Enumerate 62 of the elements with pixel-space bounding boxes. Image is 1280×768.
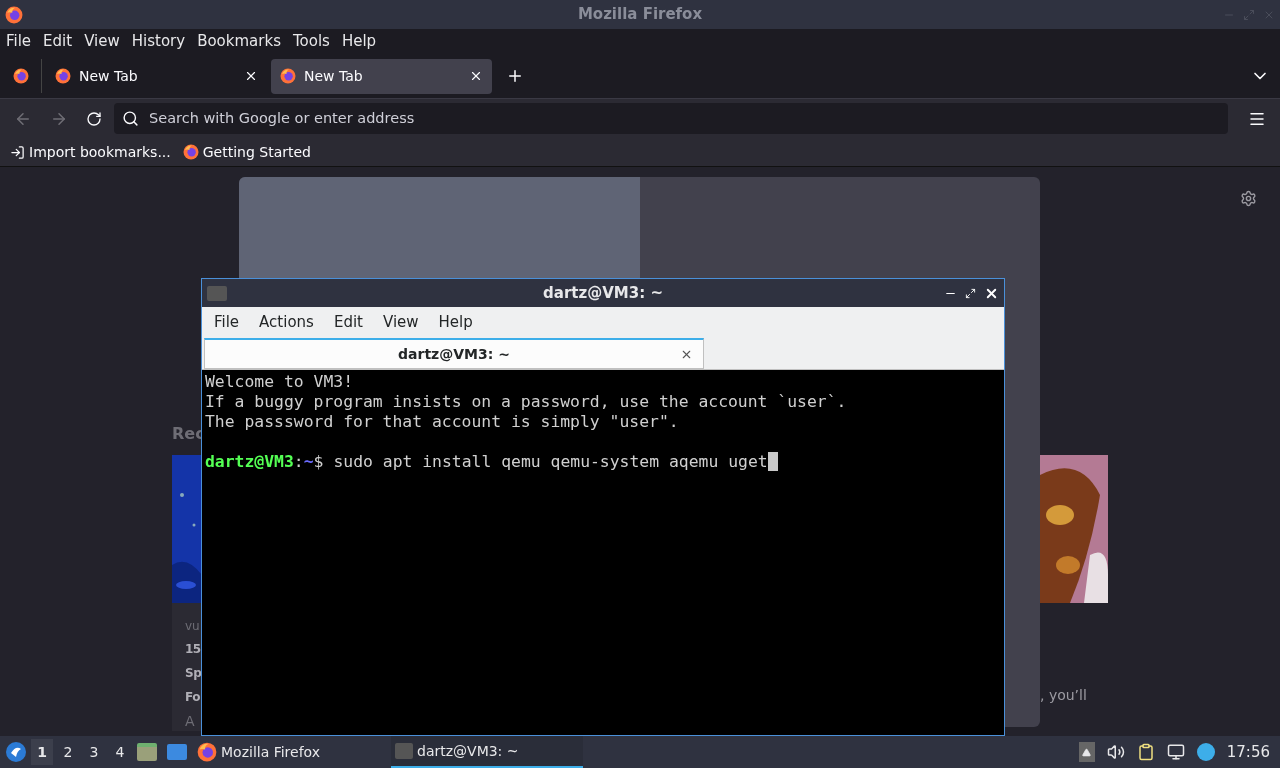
close-tab-icon[interactable] [469,69,483,83]
window-title: dartz@VM3: ~ [543,282,663,304]
prompt-user: dartz@VM3 [205,452,294,472]
maximize-icon[interactable] [965,287,976,299]
window-title: Mozilla Firefox [577,4,703,26]
card-text: A [185,712,196,731]
start-menu-icon[interactable] [5,741,27,763]
network-icon[interactable] [1166,743,1185,761]
clipboard-icon[interactable] [1136,743,1155,761]
firefox-logo-icon [280,68,296,84]
menu-item[interactable]: File [204,310,250,334]
command-text: sudo apt install qemu qemu-system aqemu uget [333,452,768,472]
import-icon [10,144,25,160]
menu-item[interactable]: Edit [37,30,79,53]
volume-icon[interactable] [1106,743,1125,761]
close-tab-icon[interactable] [244,69,258,83]
reload-icon[interactable] [86,110,102,127]
workspace-button[interactable]: 4 [109,739,131,765]
output-line: The passsword for that account is simply "user". [205,412,679,432]
menu-item[interactable]: Edit [323,310,373,334]
card-text: Sp [185,665,202,682]
workspace-button[interactable]: 2 [57,739,79,765]
menu-item[interactable]: Tools [286,30,336,53]
browser-tab[interactable]: New Tab [271,58,492,94]
task-button[interactable]: Mozilla Firefox [193,736,385,768]
menu-item[interactable]: Actions [249,310,324,334]
search-icon [122,110,139,127]
notification-icon[interactable] [1196,743,1215,761]
prompt-separator: : [293,452,304,472]
prompt-symbol: $ [313,452,324,472]
menu-item[interactable]: History [125,30,192,53]
card-text: , you’ll [1040,686,1087,705]
output-line: Welcome to VM3! [205,372,354,392]
card-text: Fo [185,689,201,706]
new-tab-icon[interactable] [506,67,524,85]
menu-item[interactable]: File [0,30,38,53]
workspace-button[interactable]: 1 [31,739,53,765]
bookmark-item[interactable]: Import bookmarks... [10,141,171,163]
menu-item[interactable]: Help [335,30,383,53]
firefox-logo-icon [12,68,29,84]
bookmark-item[interactable]: Getting Started [182,141,311,163]
workspace-button[interactable]: 3 [83,739,105,765]
card-text: 15 [185,641,202,658]
menu-item[interactable]: View [372,310,429,334]
settings-icon[interactable] [1240,190,1257,207]
eject-icon[interactable] [1078,742,1095,762]
address-bar[interactable]: Search with Google or enter address [114,103,1228,134]
firefox-logo-icon [5,5,23,24]
menu-item[interactable]: Help [428,310,483,334]
eject-triangle-icon [1082,747,1092,757]
firefox-logo-icon [197,742,217,762]
firefox-logo-icon [55,68,71,84]
firefox-logo-icon [182,144,199,160]
menu-item[interactable]: Bookmarks [191,30,287,53]
menu-item[interactable]: View [78,30,126,53]
task-button[interactable]: dartz@VM3: ~ [391,736,583,768]
browser-tab[interactable]: New Tab [46,58,267,94]
clock: 17:56 [1226,741,1270,763]
card-text: vu [185,618,201,635]
prompt-path: ~ [303,452,314,472]
terminal-tab[interactable]: dartz@VM3: ~ [204,338,704,369]
output-line: If a buggy program insists on a password, use the account `user`. [205,392,847,412]
